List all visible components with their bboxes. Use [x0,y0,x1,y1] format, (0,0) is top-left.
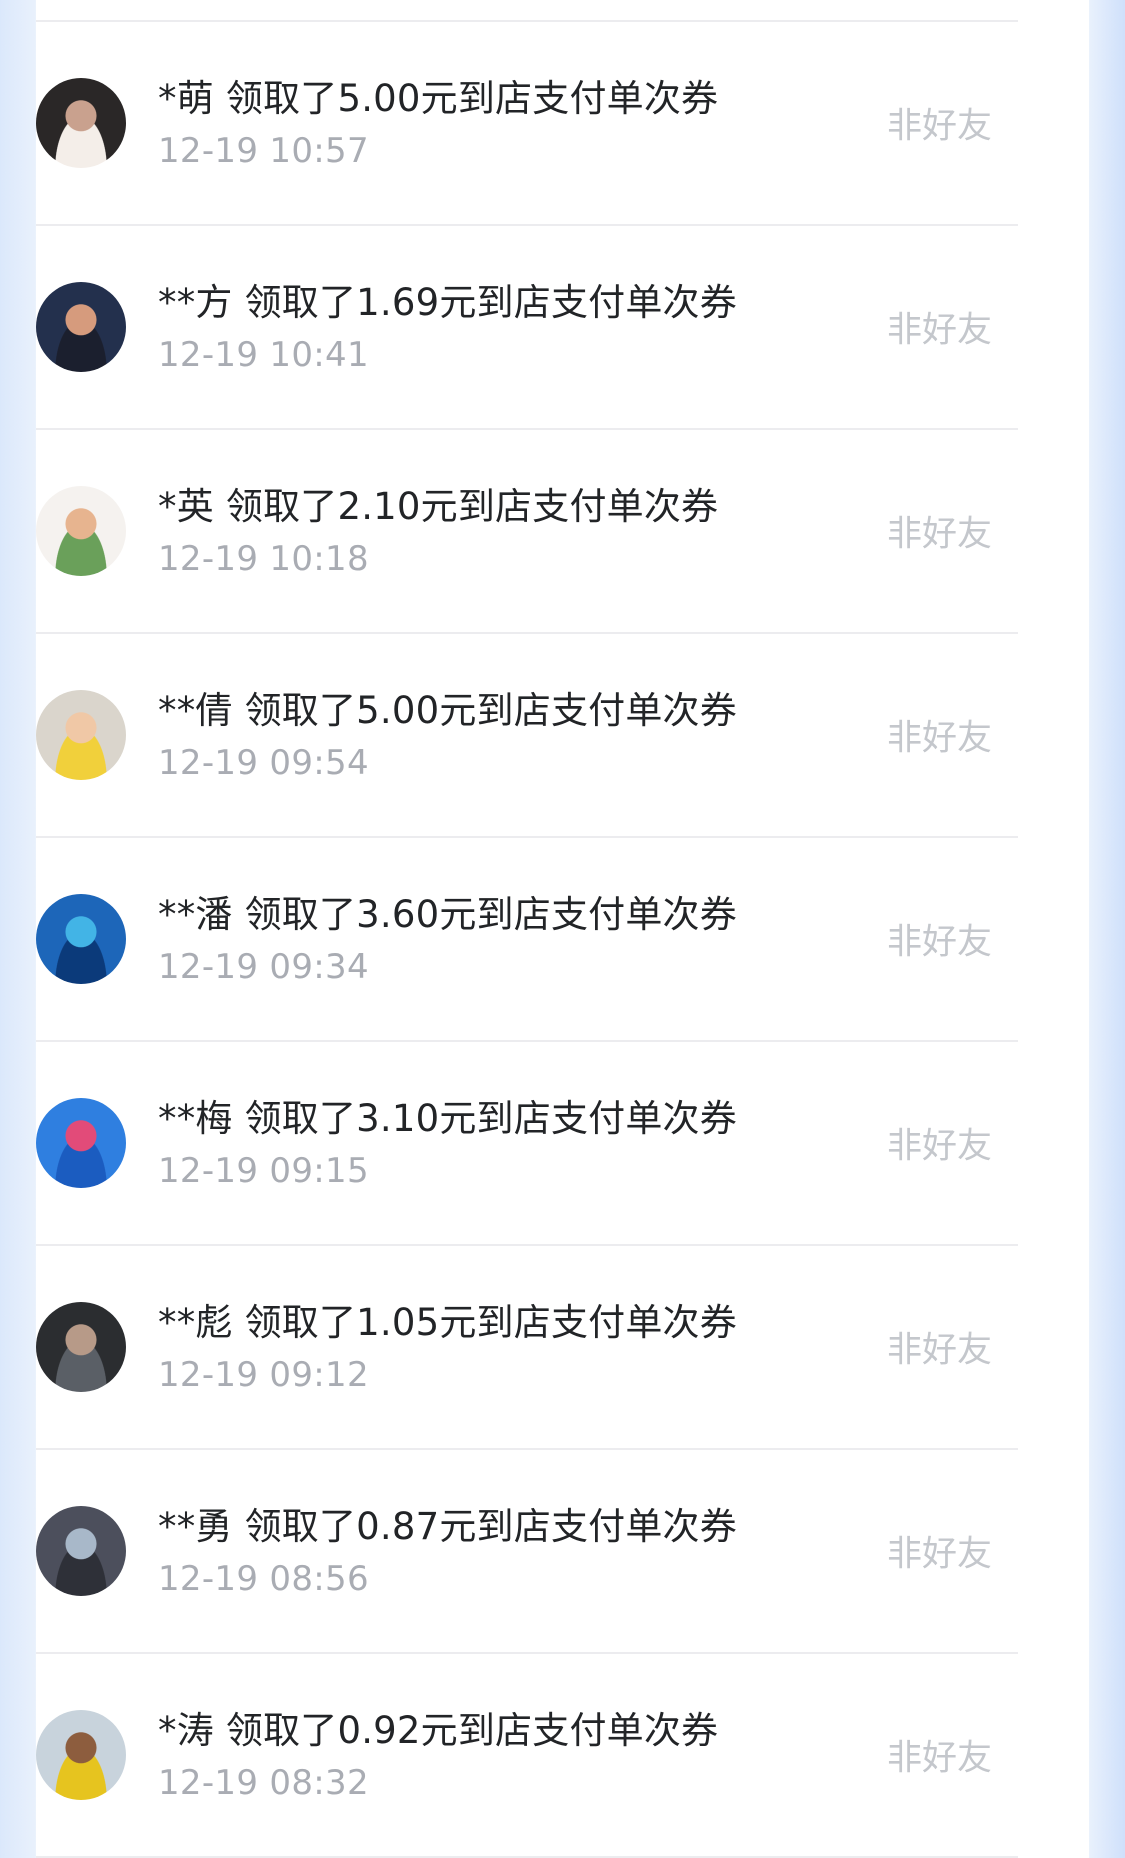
list-item[interactable]: **潘 领取了3.60元到店支付单次券 12-19 09:34 非好友 [36,838,1018,1040]
list-item[interactable]: *涛 领取了0.92元到店支付单次券 12-19 08:32 非好友 [36,1654,1018,1856]
list-item[interactable]: **方 领取了1.69元到店支付单次券 12-19 10:41 非好友 [36,226,1018,428]
relation-label: 非好友 [886,1330,992,1371]
user-name: **潘 [158,893,233,936]
user-name: **方 [158,281,233,324]
relation-label: 非好友 [886,718,992,759]
avatar[interactable] [36,894,126,984]
user-name: **勇 [158,1505,233,1548]
relation-label: 非好友 [886,106,992,147]
list-item[interactable]: **梅 领取了3.10元到店支付单次券 12-19 09:15 非好友 [36,1042,1018,1244]
user-name: **梅 [158,1097,233,1140]
list-item[interactable]: **倩 领取了5.00元到店支付单次券 12-19 09:54 非好友 [36,634,1018,836]
list-item[interactable]: *英 领取了2.10元到店支付单次券 12-19 10:18 非好友 [36,430,1018,632]
avatar[interactable] [36,486,126,576]
claim-action: 领取了1.69元到店支付单次券 [244,281,737,324]
claim-action: 领取了2.10元到店支付单次券 [225,485,719,528]
user-name: **倩 [158,689,233,732]
user-name: **彪 [158,1301,233,1344]
user-name: *英 [158,485,214,528]
coupon-claim-list: *萌 领取了5.00元到店支付单次券 12-19 10:57 非好友 **方 领… [36,20,1018,1858]
claim-action: 领取了1.05元到店支付单次券 [244,1301,737,1344]
claim-action: 领取了3.10元到店支付单次券 [244,1097,737,1140]
relation-label: 非好友 [886,310,992,351]
user-name: *萌 [158,77,214,120]
claim-action: 领取了0.92元到店支付单次券 [225,1709,719,1752]
avatar[interactable] [36,690,126,780]
list-item[interactable]: **彪 领取了1.05元到店支付单次券 12-19 09:12 非好友 [36,1246,1018,1448]
claim-action: 领取了5.00元到店支付单次券 [225,77,719,120]
avatar[interactable] [36,1302,126,1392]
relation-label: 非好友 [886,1534,992,1575]
relation-label: 非好友 [886,1738,992,1779]
user-name: *涛 [158,1709,214,1752]
avatar[interactable] [36,1506,126,1596]
claim-action: 领取了0.87元到店支付单次券 [244,1505,737,1548]
relation-label: 非好友 [886,1126,992,1167]
avatar[interactable] [36,282,126,372]
avatar[interactable] [36,1710,126,1800]
list-item[interactable]: *萌 领取了5.00元到店支付单次券 12-19 10:57 非好友 [36,22,1018,224]
relation-label: 非好友 [886,514,992,555]
relation-label: 非好友 [886,922,992,963]
list-item[interactable]: **勇 领取了0.87元到店支付单次券 12-19 08:56 非好友 [36,1450,1018,1652]
claim-action: 领取了3.60元到店支付单次券 [244,893,737,936]
avatar[interactable] [36,78,126,168]
avatar[interactable] [36,1098,126,1188]
claim-action: 领取了5.00元到店支付单次券 [244,689,737,732]
